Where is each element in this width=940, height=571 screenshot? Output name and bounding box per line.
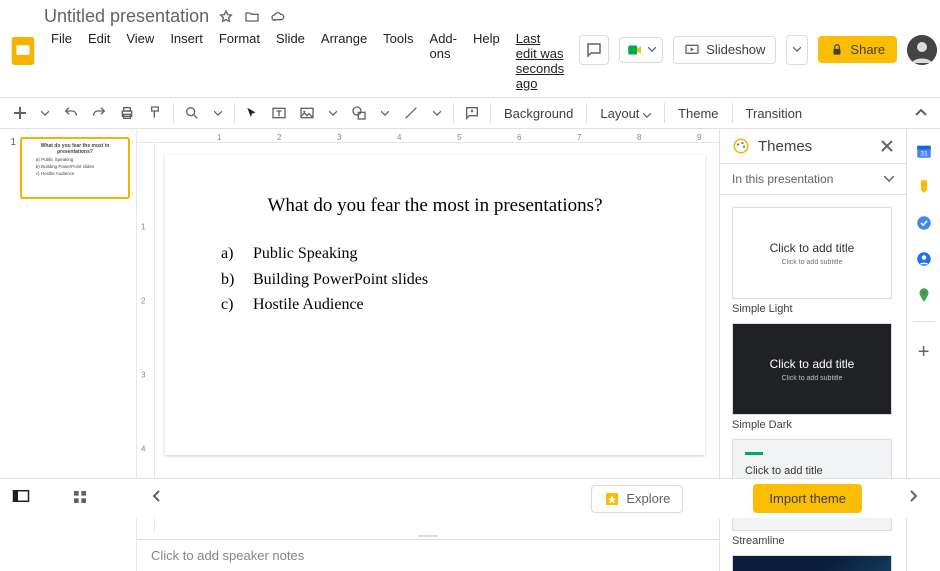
redo-button[interactable] bbox=[86, 101, 112, 125]
line-caret[interactable] bbox=[426, 101, 448, 125]
line-tool[interactable] bbox=[398, 101, 424, 125]
textbox-tool[interactable] bbox=[266, 101, 292, 125]
collapse-filmstrip-icon[interactable] bbox=[152, 489, 172, 509]
select-tool[interactable] bbox=[240, 101, 264, 125]
menu-edit[interactable]: Edit bbox=[81, 29, 117, 93]
undo-button[interactable] bbox=[58, 101, 84, 125]
calendar-icon[interactable]: 31 bbox=[914, 141, 934, 161]
slideshow-button[interactable]: Slideshow bbox=[673, 36, 776, 64]
menu-format[interactable]: Format bbox=[212, 29, 267, 93]
shape-tool[interactable] bbox=[346, 101, 372, 125]
grid-view-icon[interactable] bbox=[72, 489, 92, 509]
slide-canvas[interactable]: What do you fear the most in presentatio… bbox=[165, 155, 705, 455]
horizontal-ruler: 1 2 3 4 5 6 7 8 9 bbox=[137, 129, 719, 143]
menu-help[interactable]: Help bbox=[466, 29, 507, 93]
star-icon[interactable] bbox=[217, 8, 235, 26]
speaker-notes[interactable]: Click to add speaker notes bbox=[137, 539, 719, 571]
image-tool[interactable] bbox=[294, 101, 320, 125]
menubar: File Edit View Insert Format Slide Arran… bbox=[44, 29, 571, 93]
addons-plus-icon[interactable]: + bbox=[914, 342, 934, 362]
share-button[interactable]: Share bbox=[818, 36, 897, 63]
thumbnail-number: 1 bbox=[6, 137, 16, 199]
print-button[interactable] bbox=[114, 101, 140, 125]
explore-button[interactable]: Explore bbox=[591, 485, 683, 513]
themes-icon bbox=[732, 137, 750, 155]
background-button[interactable]: Background bbox=[496, 103, 581, 124]
zoom-button[interactable] bbox=[179, 101, 205, 125]
meet-button[interactable] bbox=[619, 37, 663, 63]
keep-icon[interactable] bbox=[914, 177, 934, 197]
theme-simple-dark[interactable]: Click to add title Click to add subtitle bbox=[732, 323, 892, 415]
theme-button[interactable]: Theme bbox=[670, 103, 726, 124]
slide-thumbnail[interactable]: What do you fear the most in presentatio… bbox=[20, 137, 130, 199]
slides-logo[interactable] bbox=[10, 34, 36, 66]
image-caret[interactable] bbox=[322, 101, 344, 125]
menu-arrange[interactable]: Arrange bbox=[314, 29, 374, 93]
layout-button[interactable]: Layout bbox=[592, 103, 659, 124]
svg-text:31: 31 bbox=[920, 151, 928, 158]
show-sidepanel-icon[interactable] bbox=[908, 489, 928, 509]
move-folder-icon[interactable] bbox=[243, 8, 261, 26]
themes-title: Themes bbox=[758, 138, 812, 155]
maps-icon[interactable] bbox=[914, 285, 934, 305]
paint-format-button[interactable] bbox=[142, 101, 168, 125]
shape-caret[interactable] bbox=[374, 101, 396, 125]
toolbar: Background Layout Theme Transition bbox=[0, 97, 940, 129]
vertical-ruler: 1 2 3 4 bbox=[137, 143, 155, 533]
theme-focus[interactable] bbox=[732, 555, 892, 571]
menu-file[interactable]: File bbox=[44, 29, 79, 93]
close-icon[interactable] bbox=[880, 139, 894, 153]
themes-section-toggle[interactable]: In this presentation bbox=[720, 163, 906, 195]
import-theme-button[interactable]: Import theme bbox=[753, 484, 862, 513]
theme-simple-light[interactable]: Click to add title Click to add subtitle bbox=[732, 207, 892, 299]
menu-tools[interactable]: Tools bbox=[376, 29, 420, 93]
slide-title-text[interactable]: What do you fear the most in presentatio… bbox=[195, 195, 675, 217]
contacts-icon[interactable] bbox=[914, 249, 934, 269]
account-avatar[interactable] bbox=[907, 35, 937, 65]
slide-body-list[interactable]: a)Public Speaking b)Building PowerPoint … bbox=[195, 241, 675, 318]
menu-insert[interactable]: Insert bbox=[163, 29, 210, 93]
menu-view[interactable]: View bbox=[119, 29, 161, 93]
new-slide-button[interactable] bbox=[8, 101, 32, 125]
cloud-status-icon[interactable] bbox=[269, 8, 287, 26]
menu-slide[interactable]: Slide bbox=[269, 29, 312, 93]
new-slide-caret[interactable] bbox=[34, 101, 56, 125]
transition-button[interactable]: Transition bbox=[738, 103, 811, 124]
comment-tool[interactable] bbox=[459, 101, 485, 125]
slideshow-dropdown[interactable] bbox=[786, 35, 808, 65]
menu-addons[interactable]: Add-ons bbox=[423, 29, 464, 93]
filmstrip-view-icon[interactable] bbox=[12, 489, 32, 509]
tasks-icon[interactable] bbox=[914, 213, 934, 233]
collapse-toolbar-button[interactable] bbox=[910, 101, 932, 125]
doc-title[interactable]: Untitled presentation bbox=[44, 6, 209, 27]
bottom-bar: Explore Import theme bbox=[0, 478, 940, 518]
last-edit-link[interactable]: Last edit was seconds ago bbox=[509, 29, 571, 93]
zoom-caret[interactable] bbox=[207, 101, 229, 125]
comments-button[interactable] bbox=[579, 35, 609, 65]
